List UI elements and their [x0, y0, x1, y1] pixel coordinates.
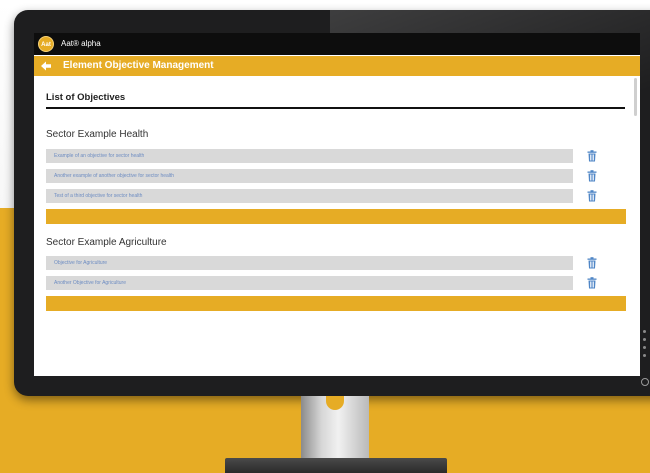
page-title: Element Objective Management — [63, 60, 214, 71]
sector-title-agriculture: Sector Example Agriculture — [46, 237, 167, 248]
title-bar: Element Objective Management — [34, 56, 640, 76]
trash-icon[interactable] — [587, 257, 597, 269]
objective-row[interactable]: Objective for Agriculture — [46, 256, 573, 270]
objective-text: Example of an objective for sector healt… — [54, 153, 145, 159]
power-button-icon[interactable] — [641, 378, 649, 386]
trash-icon[interactable] — [587, 277, 597, 289]
objective-row[interactable]: Example of an objective for sector healt… — [46, 149, 573, 163]
heading-divider — [46, 107, 625, 109]
indicator-dot — [643, 354, 646, 357]
objective-text: Another example of another objective for… — [54, 173, 175, 179]
monitor-stand-base — [225, 458, 447, 473]
arrow-left-icon[interactable] — [40, 60, 52, 72]
trash-icon[interactable] — [587, 190, 597, 202]
objectives-panel: List of Objectives Sector Example Health… — [34, 76, 640, 376]
objective-row[interactable]: Another Objective for Agriculture — [46, 276, 573, 290]
indicator-dot — [643, 330, 646, 333]
sector-title-health: Sector Example Health — [46, 129, 149, 140]
objective-row[interactable]: Test of a third objective for sector hea… — [46, 189, 573, 203]
objective-text: Test of a third objective for sector hea… — [54, 193, 143, 199]
indicator-dot — [643, 338, 646, 341]
app-name: Aat® alpha — [61, 39, 101, 48]
objective-text: Another Objective for Agriculture — [54, 280, 126, 286]
screen: Aat Aat® alpha Element Objective Managem… — [34, 33, 640, 376]
app-bar: Aat Aat® alpha — [34, 33, 640, 55]
trash-icon[interactable] — [587, 170, 597, 182]
list-heading: List of Objectives — [46, 92, 126, 103]
indicator-dot — [643, 346, 646, 349]
app-logo: Aat — [38, 36, 54, 52]
monitor-indicator-dots — [643, 330, 647, 362]
objective-row[interactable]: Another example of another objective for… — [46, 169, 573, 183]
add-objective-bar-agriculture[interactable] — [46, 296, 626, 311]
objective-text: Objective for Agriculture — [54, 260, 108, 266]
scrollbar-thumb[interactable] — [634, 78, 637, 116]
trash-icon[interactable] — [587, 150, 597, 162]
add-objective-bar-health[interactable] — [46, 209, 626, 224]
